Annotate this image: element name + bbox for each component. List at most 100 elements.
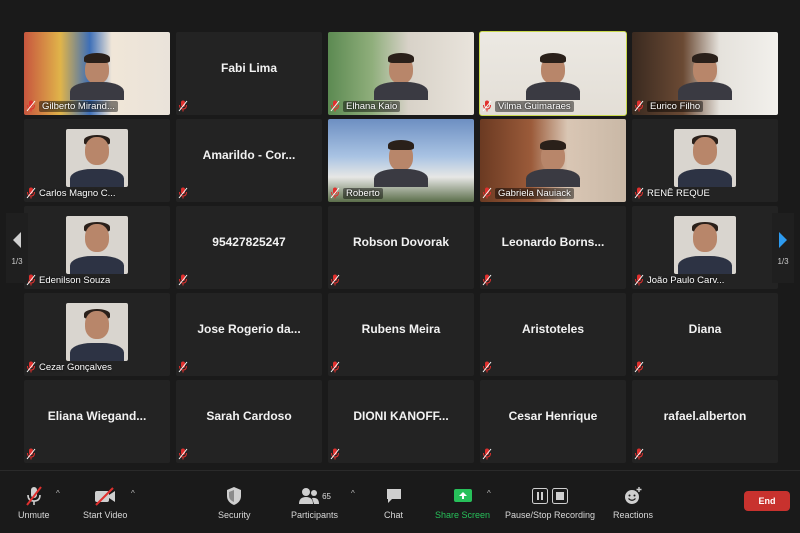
participant-profile-picture xyxy=(674,129,736,187)
participant-tile[interactable]: Sarah Cardoso xyxy=(176,380,322,463)
participant-profile-picture xyxy=(66,303,128,361)
chat-button[interactable]: Chat xyxy=(384,485,403,520)
participant-tile[interactable]: Edenilson Souza xyxy=(24,206,170,289)
share-options-caret[interactable]: ^ xyxy=(487,489,491,498)
participant-tile[interactable]: Elhana Kaio xyxy=(328,32,474,115)
participant-tile[interactable]: Cezar Gonçalves xyxy=(24,293,170,376)
participant-tile[interactable]: Amarildo - Cor... xyxy=(176,119,322,202)
participants-options-caret[interactable]: ^ xyxy=(351,489,355,498)
participant-footer: João Paulo Carv... xyxy=(634,273,774,287)
participant-tile[interactable]: Diana xyxy=(632,293,778,376)
microphone-muted-icon xyxy=(25,486,42,506)
participant-name-label: Gilberto Mirand... xyxy=(39,100,118,112)
participant-profile-picture xyxy=(66,216,128,274)
participant-profile-picture xyxy=(66,129,128,187)
participant-display-name: Leonardo Borns... xyxy=(501,234,605,249)
participant-tile[interactable]: 95427825247 xyxy=(176,206,322,289)
participant-tile[interactable]: Eurico Filho xyxy=(632,32,778,115)
participant-tile[interactable]: Leonardo Borns... xyxy=(480,206,626,289)
participant-footer xyxy=(178,186,318,200)
microphone-muted-icon xyxy=(178,100,188,112)
audio-options-caret[interactable]: ^ xyxy=(56,489,60,498)
participant-grid: Gilberto Mirand... Fabi Lima Elhana Kaio Vi… xyxy=(24,31,778,463)
participant-tile[interactable]: Rubens Meira xyxy=(328,293,474,376)
reactions-label: Reactions xyxy=(613,510,654,520)
microphone-muted-icon xyxy=(634,448,644,460)
security-label: Security xyxy=(218,510,251,520)
participant-footer: Eurico Filho xyxy=(634,99,774,113)
participant-tile[interactable]: rafael.alberton xyxy=(632,380,778,463)
participant-tile[interactable]: Fabi Lima xyxy=(176,32,322,115)
participant-tile[interactable]: Roberto xyxy=(328,119,474,202)
participant-footer: Roberto xyxy=(330,186,470,200)
participant-display-name: Robson Dovorak xyxy=(352,234,449,249)
microphone-muted-icon xyxy=(482,187,492,199)
participant-tile[interactable]: João Paulo Carv... xyxy=(632,206,778,289)
participant-display-name: rafael.alberton xyxy=(663,408,747,423)
microphone-muted-icon xyxy=(482,100,492,112)
share-screen-icon xyxy=(453,489,472,502)
share-screen-label: Share Screen xyxy=(435,510,491,520)
participant-name-label: Roberto xyxy=(343,187,383,199)
participant-tile[interactable]: Cesar Henrique xyxy=(480,380,626,463)
participant-display-name: Amarildo - Cor... xyxy=(202,147,296,162)
participant-footer xyxy=(330,273,470,287)
participant-footer: Elhana Kaio xyxy=(330,99,470,113)
participant-profile-picture xyxy=(674,216,736,274)
microphone-muted-icon xyxy=(634,187,644,199)
participants-label: Participants xyxy=(291,510,339,520)
participant-tile[interactable]: Gilberto Mirand... xyxy=(24,32,170,115)
unmute-button[interactable]: Unmute xyxy=(18,485,50,520)
participant-footer: Cezar Gonçalves xyxy=(26,360,166,374)
pause-icon xyxy=(532,488,549,504)
pause-stop-recording-button[interactable]: Pause/Stop Recording xyxy=(505,485,595,520)
smiley-icon xyxy=(625,487,642,504)
microphone-muted-icon xyxy=(26,100,36,112)
participant-name-label: Edenilson Souza xyxy=(39,274,111,286)
participant-tile[interactable]: RENÊ REQUE xyxy=(632,119,778,202)
people-icon xyxy=(299,488,320,504)
participant-name-label: RENÊ REQUE xyxy=(647,187,710,199)
microphone-muted-icon xyxy=(178,361,188,373)
participant-footer: Gilberto Mirand... xyxy=(26,99,166,113)
participant-footer xyxy=(26,447,166,461)
share-screen-button[interactable]: Share Screen xyxy=(435,485,490,520)
microphone-muted-icon xyxy=(634,361,644,373)
participant-tile[interactable]: Vilma Guimaraes xyxy=(479,31,627,116)
security-button[interactable]: Security xyxy=(218,485,251,520)
participant-footer xyxy=(634,360,774,374)
video-camera-off-icon xyxy=(95,487,116,506)
microphone-muted-icon xyxy=(330,100,340,112)
participant-tile[interactable]: Robson Dovorak xyxy=(328,206,474,289)
participant-display-name: Aristoteles xyxy=(521,321,585,336)
participant-tile[interactable]: Gabriela Nauiack xyxy=(480,119,626,202)
microphone-muted-icon xyxy=(178,274,188,286)
participant-footer: Carlos Magno C... xyxy=(26,186,166,200)
next-page-button[interactable]: 1/3 xyxy=(772,213,794,283)
previous-page-button[interactable]: 1/3 xyxy=(6,213,28,283)
participant-footer: Vilma Guimaraes xyxy=(482,99,622,113)
participant-tile[interactable]: DIONI KANOFF... xyxy=(328,380,474,463)
participant-footer xyxy=(634,447,774,461)
page-indicator-left: 1/3 xyxy=(11,256,23,266)
microphone-muted-icon xyxy=(330,274,340,286)
video-options-caret[interactable]: ^ xyxy=(131,489,135,498)
participant-display-name: Rubens Meira xyxy=(361,321,441,336)
chat-bubble-icon xyxy=(386,489,401,503)
participant-tile[interactable]: Aristoteles xyxy=(480,293,626,376)
participant-tile[interactable]: Eliana Wiegand... xyxy=(24,380,170,463)
end-meeting-button[interactable]: End xyxy=(744,491,790,511)
reactions-button[interactable]: Reactions xyxy=(613,485,653,520)
participant-name-label: Eurico Filho xyxy=(647,100,704,112)
participant-display-name: Cesar Henrique xyxy=(508,408,598,423)
participant-name-label: Vilma Guimaraes xyxy=(495,100,574,112)
participant-footer xyxy=(330,447,470,461)
participant-footer xyxy=(178,360,318,374)
microphone-muted-icon xyxy=(178,448,188,460)
microphone-muted-icon xyxy=(634,100,644,112)
participant-tile[interactable]: Carlos Magno C... xyxy=(24,119,170,202)
stop-icon xyxy=(552,488,569,504)
participant-tile[interactable]: Jose Rogerio da... xyxy=(176,293,322,376)
start-video-button[interactable]: Start Video xyxy=(83,485,127,520)
participants-button[interactable]: 65 Participants xyxy=(291,485,338,520)
